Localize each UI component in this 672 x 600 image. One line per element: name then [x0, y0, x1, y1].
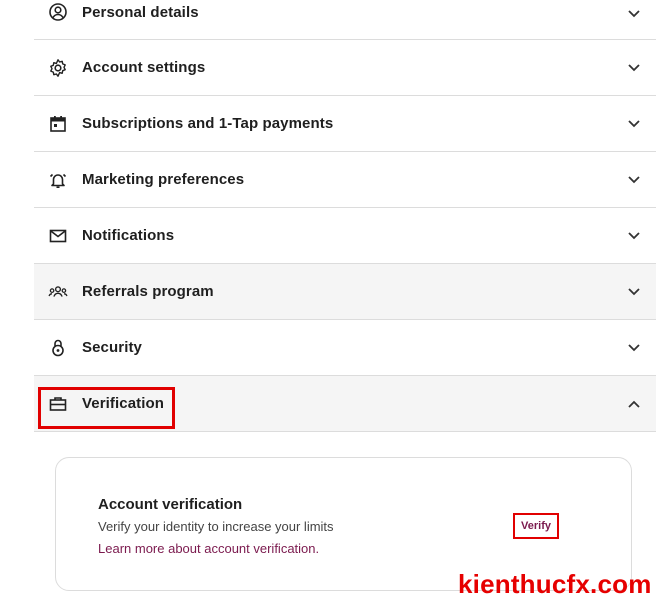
people-icon [48, 282, 68, 302]
menu-item-notifications[interactable]: Notifications [34, 208, 656, 264]
calendar-icon [48, 114, 68, 134]
chevron-down-icon[interactable] [626, 340, 642, 356]
menu-item-label: Subscriptions and 1-Tap payments [82, 115, 334, 132]
card-title: Account verification [98, 496, 243, 513]
menu-item-label: Personal details [82, 4, 199, 21]
menu-item-referrals-program[interactable]: Referrals program [34, 264, 656, 320]
chevron-down-icon[interactable] [626, 6, 642, 22]
menu-item-account-settings[interactable]: Account settings [34, 40, 656, 96]
settings-menu: Personal details Account settings Subscr… [34, 0, 656, 432]
lock-icon [48, 338, 68, 358]
menu-item-label: Account settings [82, 59, 206, 76]
menu-item-label: Notifications [82, 227, 175, 244]
chevron-up-icon[interactable] [626, 396, 642, 412]
watermark: kienthucfx.com [458, 569, 652, 599]
briefcase-icon [48, 394, 68, 414]
user-circle-icon [48, 2, 68, 22]
learn-more-link[interactable]: Learn more about account verification. [98, 541, 319, 556]
card-description: Verify your identity to increase your li… [98, 519, 334, 534]
mail-icon [48, 226, 68, 246]
bell-icon [48, 170, 68, 190]
menu-item-security[interactable]: Security [34, 320, 656, 376]
chevron-down-icon[interactable] [626, 172, 642, 188]
chevron-down-icon[interactable] [626, 60, 642, 76]
verify-button[interactable]: Verify [513, 513, 559, 539]
menu-item-label: Marketing preferences [82, 171, 245, 188]
menu-item-personal-details[interactable]: Personal details [34, 0, 656, 40]
gear-icon [48, 58, 68, 78]
chevron-down-icon[interactable] [626, 116, 642, 132]
chevron-down-icon[interactable] [626, 284, 642, 300]
menu-item-marketing-preferences[interactable]: Marketing preferences [34, 152, 656, 208]
menu-item-label: Referrals program [82, 283, 214, 300]
menu-item-subscriptions[interactable]: Subscriptions and 1-Tap payments [34, 96, 656, 152]
menu-item-verification[interactable]: Verification [34, 376, 656, 432]
menu-item-label: Security [82, 339, 142, 356]
menu-item-label: Verification [82, 395, 165, 412]
chevron-down-icon[interactable] [626, 228, 642, 244]
